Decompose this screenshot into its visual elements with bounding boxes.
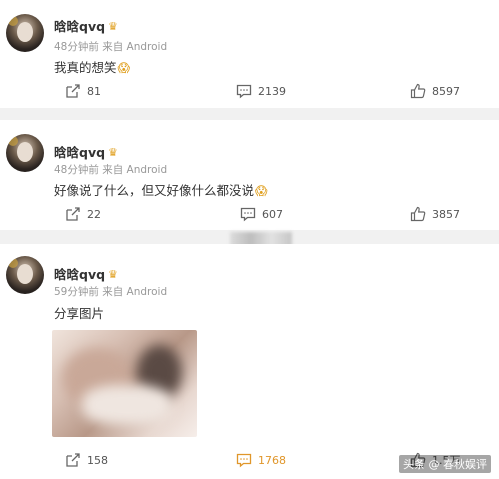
crown-icon: ♛ bbox=[108, 268, 118, 281]
post-meta: 59分钟前 来自 Android bbox=[54, 286, 168, 298]
like-count: 8597 bbox=[432, 84, 460, 98]
share-button[interactable]: 158 bbox=[65, 452, 108, 468]
share-count: 158 bbox=[87, 453, 108, 467]
avatar[interactable] bbox=[6, 256, 44, 294]
post-text-content: 好像说了什么，但又好像什么都没说 bbox=[54, 183, 255, 198]
post-text: 好像说了什么，但又好像什么都没说😱 bbox=[54, 180, 268, 199]
post-text-content: 我真的想笑 bbox=[54, 60, 117, 75]
thumbs-up-icon bbox=[410, 83, 426, 99]
watermark: 头条 @ 春秋娱评 bbox=[399, 455, 491, 473]
like-button[interactable]: 3857 bbox=[410, 206, 460, 222]
action-bar: 22 607 3857 bbox=[0, 206, 499, 226]
like-button[interactable]: 8597 bbox=[410, 83, 460, 99]
post-text: 我真的想笑😱 bbox=[54, 57, 130, 76]
share-count: 22 bbox=[87, 207, 101, 221]
share-button[interactable]: 22 bbox=[65, 206, 101, 222]
thumbs-up-icon bbox=[410, 206, 426, 222]
emoji-icon: 😱 bbox=[255, 184, 268, 198]
comment-count: 607 bbox=[262, 207, 283, 221]
username[interactable]: 晗晗qvq ♛ bbox=[54, 16, 118, 35]
crown-icon: ♛ bbox=[108, 146, 118, 159]
avatar[interactable] bbox=[6, 134, 44, 172]
emoji-icon: 😱 bbox=[117, 61, 131, 75]
comment-icon bbox=[236, 84, 252, 99]
comment-button[interactable]: 2139 bbox=[236, 83, 286, 99]
comment-button[interactable]: 607 bbox=[240, 206, 283, 222]
comment-button[interactable]: 1768 bbox=[236, 452, 286, 468]
crown-icon: ♛ bbox=[108, 20, 118, 33]
username[interactable]: 晗晗qvq ♛ bbox=[54, 264, 118, 283]
avatar[interactable] bbox=[6, 14, 44, 52]
like-count: 3857 bbox=[432, 207, 460, 221]
action-bar: 81 2139 8597 bbox=[0, 83, 499, 103]
share-icon bbox=[66, 84, 80, 98]
comment-icon bbox=[236, 453, 252, 468]
divider bbox=[0, 108, 499, 114]
post-meta: 48分钟前 来自 Android bbox=[54, 41, 168, 53]
post-meta: 48分钟前 来自 Android bbox=[54, 164, 168, 176]
username-text[interactable]: 晗晗qvq bbox=[54, 267, 105, 282]
shared-image[interactable] bbox=[52, 330, 197, 437]
post-text: 分享图片 bbox=[54, 306, 105, 321]
share-button[interactable]: 81 bbox=[65, 83, 101, 99]
share-icon bbox=[66, 453, 80, 467]
username[interactable]: 晗晗qvq ♛ bbox=[54, 142, 118, 161]
comment-icon bbox=[240, 207, 256, 222]
share-icon bbox=[66, 207, 80, 221]
username-text[interactable]: 晗晗qvq bbox=[54, 145, 105, 160]
comment-count: 2139 bbox=[258, 84, 286, 98]
share-count: 81 bbox=[87, 84, 101, 98]
comment-count: 1768 bbox=[258, 453, 286, 467]
post-card: 晗晗qvq ♛ 48分钟前 来自 Android 好像说了什么，但又好像什么都没说… bbox=[0, 120, 499, 230]
post-card: 晗晗qvq ♛ 48分钟前 来自 Android 我真的想笑😱 81 2139 8… bbox=[0, 0, 499, 108]
username-text[interactable]: 晗晗qvq bbox=[54, 19, 105, 34]
